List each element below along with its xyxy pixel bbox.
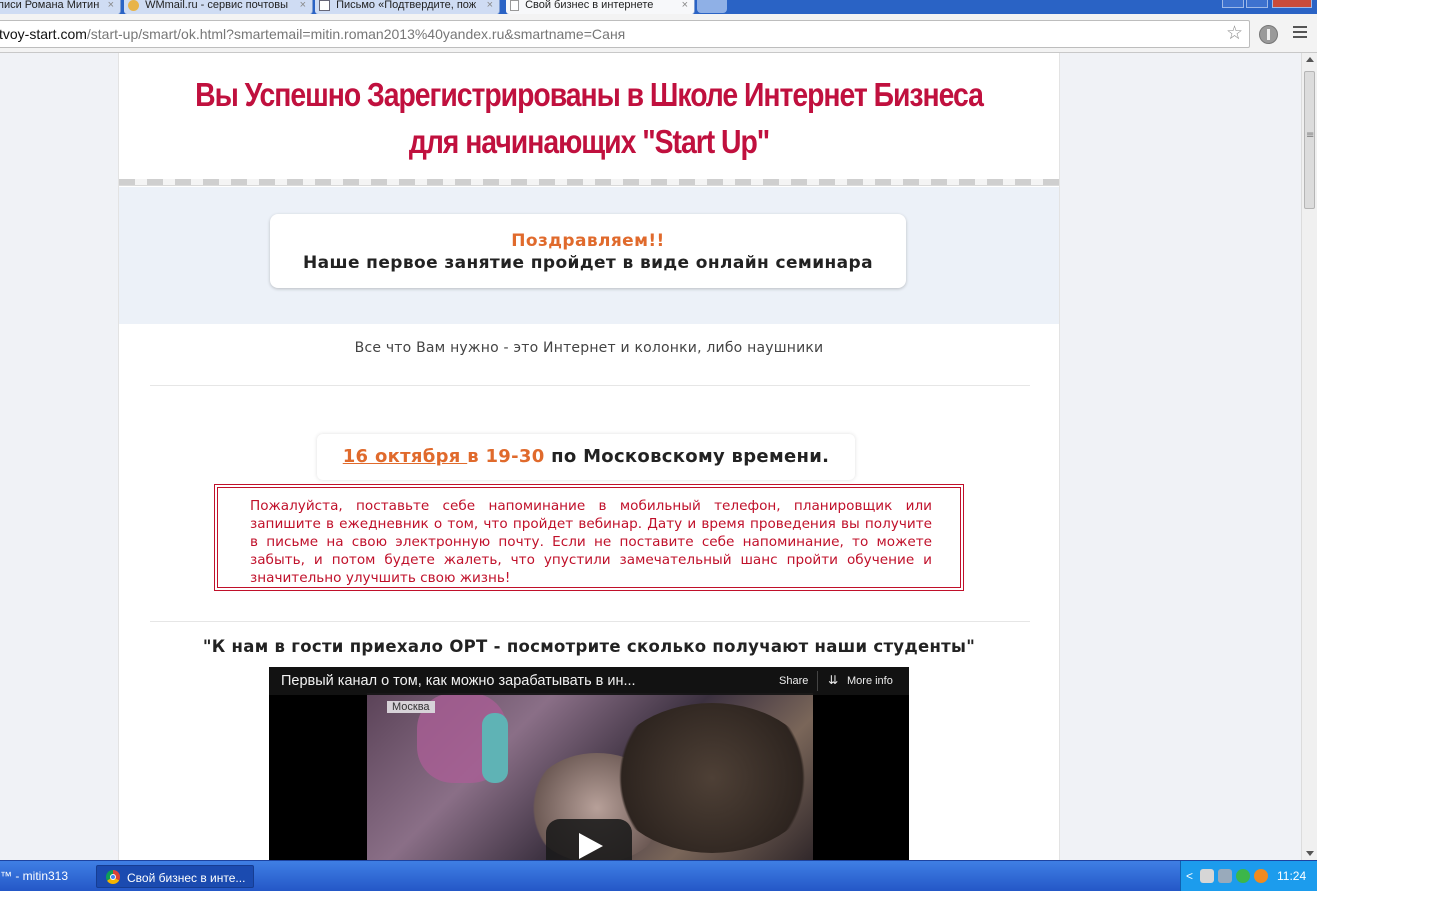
congrats-title: Поздравляем!!: [511, 231, 665, 251]
congrats-section: Поздравляем!! Наше первое занятие пройде…: [119, 187, 1059, 324]
screen-right-blank: [1317, 0, 1440, 900]
display-tray-icon[interactable]: [1218, 869, 1232, 883]
divider: [150, 621, 1030, 622]
zigzag-divider: [119, 179, 1059, 186]
congrats-box: Поздравляем!! Наше первое занятие пройде…: [270, 214, 906, 288]
taskbar-clock[interactable]: 11:24: [1277, 869, 1306, 883]
date-link[interactable]: 16 октября: [343, 446, 467, 467]
menu-icon[interactable]: [1293, 26, 1307, 41]
system-tray: < 11:24: [1180, 861, 1318, 891]
screen-bottom-blank: [0, 891, 1317, 900]
extension-icon[interactable]: [1259, 25, 1278, 44]
tab-confirm-letter[interactable]: Письмо «Подтвердите, пож ×: [315, 0, 500, 14]
maximize-button[interactable]: [1246, 0, 1268, 8]
scroll-up-arrow-icon[interactable]: [1306, 57, 1314, 62]
video-city-caption: Москва: [387, 701, 435, 713]
minimize-button[interactable]: [1222, 0, 1244, 8]
scrollbar-thumb[interactable]: [1304, 71, 1315, 209]
taskbar-item-left[interactable]: ™ - mitin313: [0, 869, 68, 883]
more-info-icon[interactable]: ⇊: [828, 673, 838, 687]
wmmail-favicon-icon: [128, 0, 139, 11]
chrome-icon: [106, 870, 120, 884]
address-bar[interactable]: tvoy-start.com/start-up/smart/ok.html?sm…: [0, 20, 1250, 48]
mail-favicon-icon: [319, 0, 330, 11]
video-player[interactable]: Москва Первый канал о том, как можно зар…: [269, 667, 909, 860]
tab-close-icon[interactable]: ×: [300, 0, 306, 11]
tab-svoy-biznes[interactable]: Свой бизнес в интернете ×: [506, 0, 695, 14]
security-tray-icon[interactable]: [1236, 869, 1250, 883]
reminder-box: Пожалуйста, поставьте себе напоминание в…: [214, 484, 964, 591]
headline-line-2: для начинающих "Start Up": [408, 123, 770, 160]
taskbar-active-window[interactable]: Свой бизнес в инте...: [96, 865, 254, 888]
tray-expand-icon[interactable]: <: [1186, 869, 1193, 883]
video-scene-shape: [482, 713, 508, 783]
requirements-text: Все что Вам нужно - это Интернет и колон…: [354, 340, 824, 356]
ort-heading: "К нам в гости приехало ОРТ - посмотрите…: [202, 637, 976, 656]
close-window-button[interactable]: [1272, 0, 1312, 8]
play-button[interactable]: [546, 819, 632, 860]
page-viewport: Вы Успешно Зарегистрированы в Школе Инте…: [0, 53, 1301, 860]
taskbar-window-title: Свой бизнес в инте...: [127, 871, 246, 885]
page-favicon-icon: [510, 0, 519, 11]
tab-title: писи Романа Митин: [0, 0, 100, 11]
tab-roman-mitin[interactable]: писи Романа Митин ×: [0, 0, 121, 14]
new-tab-button[interactable]: [697, 0, 727, 13]
app-tray-icon[interactable]: [1254, 869, 1268, 883]
divider: [150, 385, 1030, 386]
reminder-text: Пожалуйста, поставьте себе напоминание в…: [250, 498, 932, 586]
tab-strip: писи Романа Митин × WMmail.ru - сервис п…: [0, 0, 1317, 14]
date-suffix: по Московскому времени.: [544, 446, 830, 467]
tab-title: WMmail.ru - сервис почтовы: [145, 0, 289, 11]
video-scene-shape: [607, 703, 817, 853]
url-path: /start-up/smart/ok.html?smartemail=mitin…: [86, 26, 626, 42]
page-headline: Вы Успешно Зарегистрированы в Школе Инте…: [185, 71, 993, 165]
vertical-scrollbar[interactable]: [1301, 53, 1318, 860]
star-icon[interactable]: ☆: [1226, 24, 1243, 43]
browser-toolbar: tvoy-start.com/start-up/smart/ok.html?sm…: [0, 14, 1317, 53]
headline-line-1: Вы Успешно Зарегистрированы в Школе Инте…: [195, 76, 984, 113]
network-tray-icon[interactable]: [1200, 869, 1214, 883]
more-info-button[interactable]: More info: [847, 675, 893, 687]
webinar-date-box: 16 октября в 19-30 по Московскому времен…: [317, 434, 855, 480]
os-taskbar: ™ - mitin313 Свой бизнес в инте... < 11:…: [0, 860, 1318, 891]
tab-wmmail[interactable]: WMmail.ru - сервис почтовы ×: [124, 0, 313, 14]
webinar-time: в 19-30: [467, 446, 545, 467]
tab-title: Свой бизнес в интернете: [525, 0, 654, 11]
scroll-down-arrow-icon[interactable]: [1306, 851, 1314, 856]
congrats-text: Наше первое занятие пройдет в виде онлай…: [302, 253, 873, 273]
tab-title: Письмо «Подтвердите, пож: [336, 0, 477, 11]
video-bar-separator: [817, 671, 818, 691]
share-button[interactable]: Share: [779, 675, 808, 687]
url-host: tvoy-start.com: [0, 26, 87, 42]
video-title-bar: Первый канал о том, как можно зарабатыва…: [269, 667, 909, 695]
tab-close-icon[interactable]: ×: [487, 0, 493, 11]
page-content: Вы Успешно Зарегистрированы в Школе Инте…: [118, 53, 1060, 860]
tab-close-icon[interactable]: ×: [108, 0, 114, 11]
video-title[interactable]: Первый канал о том, как можно зарабатыва…: [281, 673, 636, 689]
tab-close-icon[interactable]: ×: [682, 0, 688, 11]
